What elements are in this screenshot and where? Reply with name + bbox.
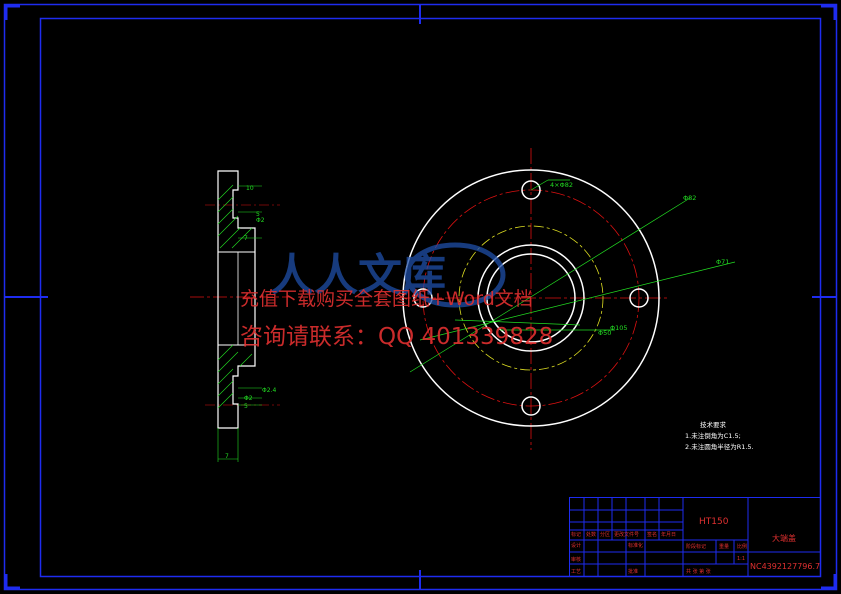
tb-label-process: 工艺	[571, 569, 581, 575]
watermark-line-1: 充值下载购买全套图纸+Word文档	[240, 288, 533, 310]
dim-hub: Φ105	[610, 324, 628, 332]
notes-item-1: 1.未注倒角为C1.5;	[685, 431, 741, 440]
side-dim-6: Φ2	[244, 395, 253, 402]
tb-label-change: 更改文件号	[614, 531, 639, 538]
tb-drawing-number: NC4392127796.7	[750, 562, 820, 571]
side-dim-3: Φ2	[256, 217, 265, 224]
technical-notes: 技术要求 1.未注倒角为C1.5; 2.未注圆角半径为R1.5.	[685, 420, 754, 451]
dim-bolt-circle: Φ71	[716, 258, 729, 266]
side-dim-4: 7	[244, 235, 248, 242]
watermark-line-2: 咨询请联系：QQ 401339828	[240, 324, 553, 350]
tb-label-weight: 重量	[719, 543, 729, 550]
tb-label-scale: 比例	[737, 543, 747, 550]
tb-sheet-label: 共 张 第 张	[686, 568, 711, 575]
tb-label-review: 审核	[571, 556, 581, 563]
side-dim-1: 10	[246, 185, 254, 192]
tb-label-mark: 标记	[571, 531, 581, 538]
tb-label-design: 设计	[571, 542, 581, 549]
tb-label-standard: 标准化	[628, 542, 643, 549]
dim-bolt-holes: 4×Φ82	[550, 181, 573, 189]
tb-label-date: 年月日	[661, 531, 676, 538]
side-dim-7: 5	[244, 403, 248, 410]
notes-title: 技术要求	[700, 420, 727, 429]
tb-scale-value: 1:1	[737, 556, 745, 562]
side-dim-5: Φ2.4	[262, 387, 276, 394]
tb-material: HT150	[699, 517, 729, 527]
tb-part-name: 大端盖	[772, 533, 796, 543]
side-view: 10 5 Φ2 7 Φ2.4 Φ2 5 7	[190, 170, 290, 462]
tb-label-sign: 签名	[647, 531, 657, 538]
title-block: 标记 处数 分区 更改文件号 签名 年月日 设计 审核 工艺 标准化 批准 阶段…	[569, 497, 821, 577]
side-width-label: 7	[225, 453, 229, 460]
tb-label-approve: 批准	[628, 568, 638, 575]
notes-item-2: 2.未注圆角半径为R1.5.	[685, 442, 754, 451]
cad-drawing: 10 5 Φ2 7 Φ2.4 Φ2 5 7 4×Φ82 Φ82 Φ71 Φ50 …	[3, 3, 838, 591]
dim-outer: Φ82	[683, 194, 696, 202]
tb-label-zone: 分区	[600, 531, 610, 538]
tb-label-count: 处数	[586, 531, 596, 538]
tb-label-stage: 阶段标记	[686, 543, 706, 550]
